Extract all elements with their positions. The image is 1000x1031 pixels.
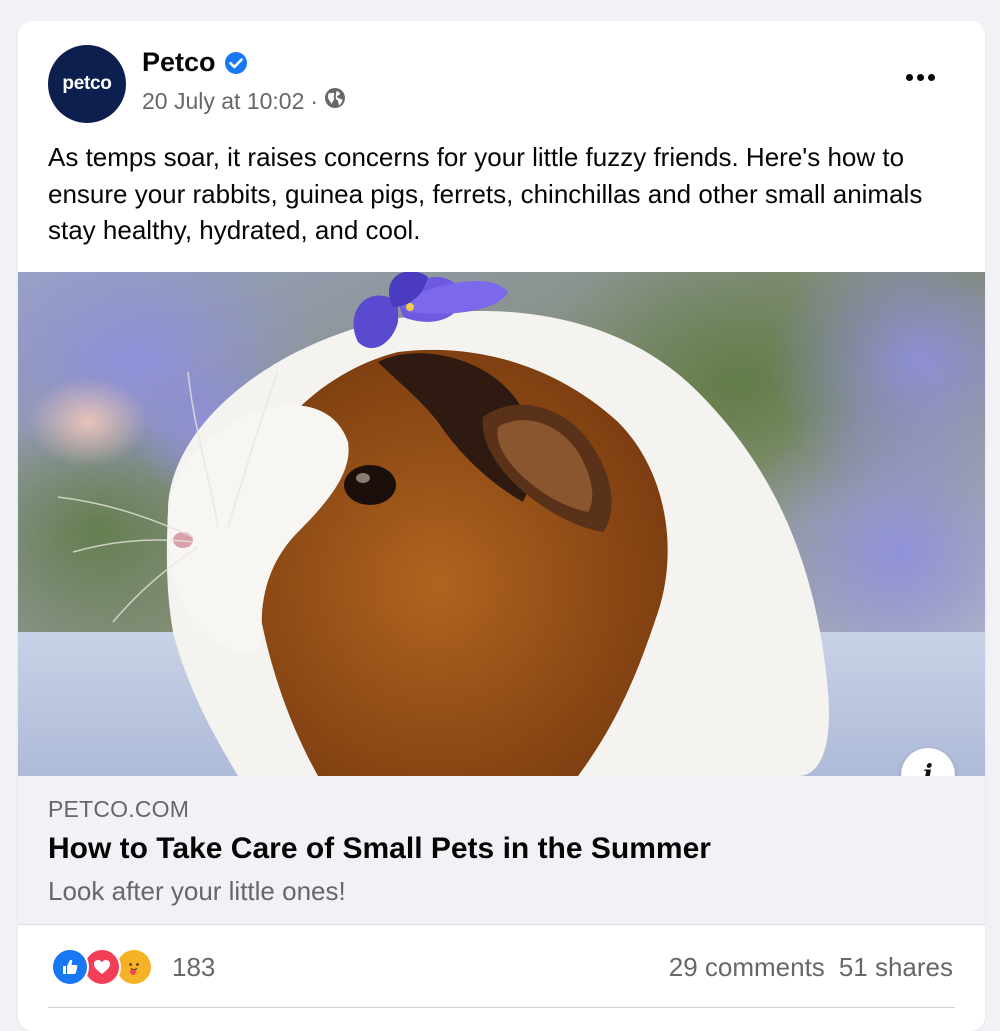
meta-separator: ·: [310, 87, 319, 114]
shares-count[interactable]: 51 shares: [839, 952, 953, 983]
link-title[interactable]: How to Take Care of Small Pets in the Su…: [48, 832, 711, 866]
post-meta: 20 July at 10:02 ·: [142, 87, 346, 115]
globe-icon[interactable]: [324, 87, 346, 115]
link-preview-image[interactable]: [18, 272, 985, 776]
reaction-count[interactable]: 183: [172, 952, 215, 983]
comments-count[interactable]: 29 comments: [669, 952, 825, 983]
more-options-icon[interactable]: [900, 65, 940, 89]
link-domain: PETCO.COM: [48, 796, 190, 822]
avatar-logo-text: petco: [62, 73, 112, 94]
more-dot: [905, 73, 913, 81]
page-avatar[interactable]: petco: [48, 45, 126, 123]
verified-badge-icon: [224, 51, 248, 75]
like-reaction-icon: [51, 948, 89, 986]
page-name-row: Petco: [142, 47, 248, 78]
page-name[interactable]: Petco: [142, 47, 216, 78]
more-dot: [916, 73, 924, 81]
engagement-bar: 183 29 comments 51 shares: [18, 924, 985, 1009]
link-description: Look after your little ones!: [48, 876, 346, 906]
engagement-counts: 29 comments 51 shares: [669, 952, 953, 983]
more-dot: [927, 73, 935, 81]
reaction-icons[interactable]: [51, 948, 153, 986]
link-preview[interactable]: PETCO.COM How to Take Care of Small Pets…: [18, 776, 985, 925]
post-card: petco Petco 20 July at 10:02 · As temps …: [18, 21, 985, 1031]
post-text: As temps soar, it raises concerns for yo…: [48, 142, 923, 245]
post-timestamp[interactable]: 20 July at 10:02: [142, 88, 304, 115]
guinea-pig-photo: [18, 272, 985, 776]
divider: [48, 1007, 955, 1008]
